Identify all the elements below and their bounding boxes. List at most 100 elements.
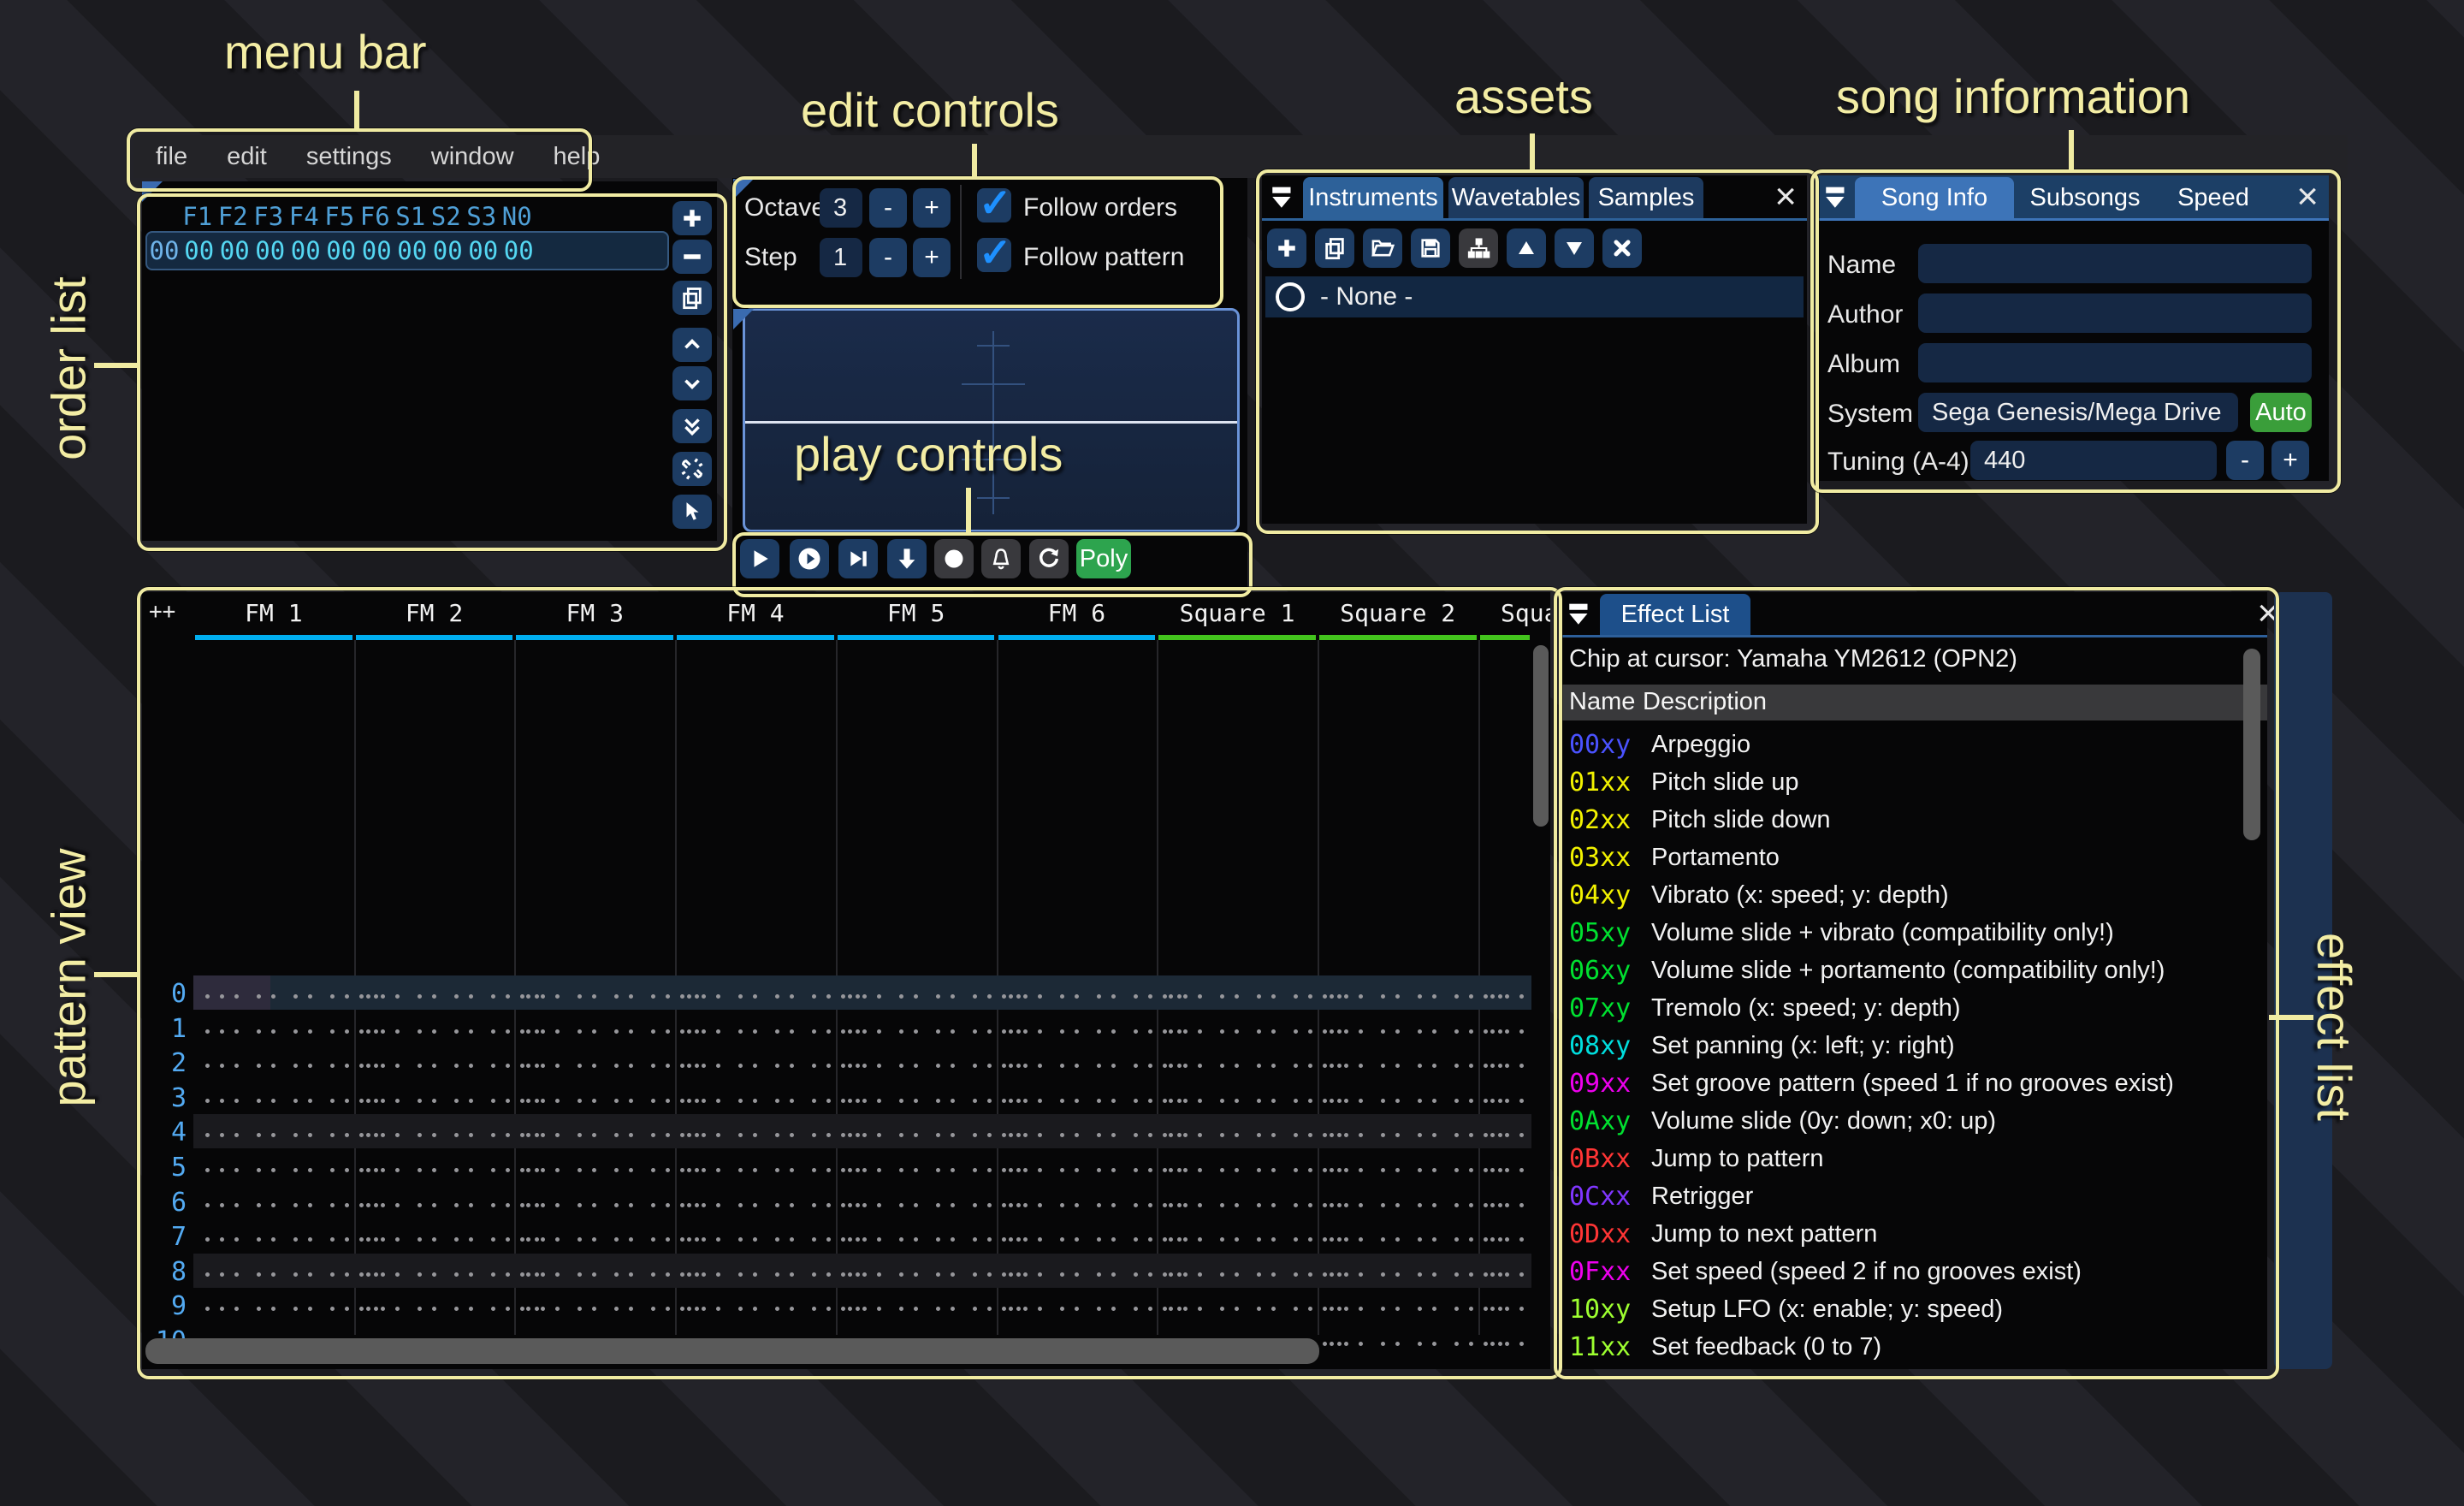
menu-item-edit[interactable]: edit — [227, 143, 267, 171]
order-cell[interactable]: 00 — [181, 233, 217, 269]
tab-wavetables[interactable]: Wavetables — [1448, 177, 1584, 218]
author-field[interactable] — [1918, 293, 2312, 333]
channel-header[interactable]: Square 2 — [1318, 599, 1478, 627]
minus-icon[interactable] — [672, 240, 712, 274]
record-icon[interactable] — [934, 539, 974, 578]
pattern-vertical-scrollbar[interactable] — [1533, 645, 1549, 827]
step-value[interactable]: 1 — [820, 238, 862, 277]
poly-button[interactable]: Poly — [1076, 539, 1131, 578]
channel-header[interactable]: FM 6 — [997, 599, 1158, 627]
tab-instruments[interactable]: Instruments — [1303, 177, 1443, 218]
order-cell[interactable]: 00 — [430, 233, 466, 269]
tree-view-icon[interactable] — [1459, 228, 1498, 268]
collapse-icon[interactable] — [1822, 182, 1851, 211]
octave-minus-button[interactable]: - — [869, 188, 907, 228]
menu-item-help[interactable]: help — [554, 143, 601, 171]
effect-row[interactable]: 01xx Pitch slide up — [1569, 763, 2245, 801]
effect-row[interactable]: 04xy Vibrato (x: speed; y: depth) — [1569, 876, 2245, 914]
menu-item-settings[interactable]: settings — [306, 143, 392, 171]
follow-orders-checkbox[interactable]: ✓ — [977, 181, 1012, 225]
effect-row[interactable]: 02xx Pitch slide down — [1569, 801, 2245, 839]
step-plus-button[interactable]: + — [913, 238, 951, 277]
play-icon[interactable] — [740, 539, 779, 578]
auto-button[interactable]: Auto — [2250, 393, 2312, 432]
broken-link-icon[interactable] — [672, 452, 712, 486]
collapse-icon[interactable] — [1269, 182, 1298, 211]
close-icon[interactable]: × — [2296, 175, 2319, 218]
channel-header[interactable]: FM 5 — [836, 599, 997, 627]
follow-pattern-checkbox[interactable]: ✓ — [977, 230, 1012, 275]
duplicate-icon[interactable] — [1315, 228, 1354, 268]
tuning-field[interactable]: 440 — [1970, 441, 2217, 480]
effect-row[interactable]: 03xx Portamento — [1569, 839, 2245, 876]
order-cell[interactable]: 00 — [323, 233, 359, 269]
tab-speed[interactable]: Speed — [2166, 177, 2260, 218]
effect-row[interactable]: 0Dxx Jump to next pattern — [1569, 1215, 2245, 1253]
effect-row[interactable]: 11xx Set feedback (0 to 7) — [1569, 1328, 2245, 1366]
order-cell[interactable]: 00 — [359, 233, 395, 269]
duplicate-icon[interactable] — [672, 281, 712, 315]
step-minus-button[interactable]: - — [869, 238, 907, 277]
add-icon[interactable] — [1267, 228, 1306, 268]
effect-row[interactable]: 08xy Set panning (x: left; y: right) — [1569, 1027, 2245, 1064]
channel-header[interactable]: FM 4 — [675, 599, 836, 627]
tab-effect-list[interactable]: Effect List — [1600, 594, 1750, 635]
octave-plus-button[interactable]: + — [913, 188, 951, 228]
name-field[interactable] — [1918, 244, 2312, 283]
chevron-up-icon[interactable] — [672, 328, 712, 362]
open-folder-icon[interactable] — [1363, 228, 1402, 268]
move-up-icon[interactable] — [1507, 228, 1546, 268]
repeat-icon[interactable] — [1029, 539, 1069, 578]
tuning-minus-button[interactable]: - — [2226, 441, 2264, 480]
double-chevron-down-icon[interactable] — [672, 409, 712, 443]
effect-row[interactable]: 0Fxx Set speed (speed 2 if no grooves exi… — [1569, 1253, 2245, 1290]
asset-list-item[interactable]: - None - — [1265, 276, 1804, 317]
expand-button[interactable]: ++ — [149, 599, 175, 625]
effect-row[interactable]: 07xy Tremolo (x: speed; y: depth) — [1569, 989, 2245, 1027]
effect-list-scrollbar[interactable] — [2243, 649, 2260, 840]
effect-row[interactable]: 05xy Volume slide + vibrato (compatibilit… — [1569, 914, 2245, 952]
plus-icon[interactable] — [672, 201, 712, 235]
channel-header[interactable]: Square 1 — [1157, 599, 1318, 627]
effect-row[interactable]: 10xy Setup LFO (x: enable; y: speed) — [1569, 1290, 2245, 1328]
pattern-horizontal-scrollbar[interactable] — [145, 1338, 1319, 1364]
order-cell[interactable]: 00 — [252, 233, 288, 269]
order-cell[interactable]: 00 — [394, 233, 430, 269]
move-down-icon[interactable] — [1555, 228, 1594, 268]
collapse-icon[interactable] — [1566, 599, 1595, 628]
tab-subsongs[interactable]: Subsongs — [2021, 177, 2149, 218]
system-field[interactable]: Sega Genesis/Mega Drive — [1918, 393, 2238, 432]
tab-samples[interactable]: Samples — [1589, 177, 1703, 218]
tuning-plus-button[interactable]: + — [2272, 441, 2309, 480]
order-cell[interactable]: 00 — [501, 233, 537, 269]
order-cell[interactable]: 00 — [465, 233, 501, 269]
channel-header[interactable]: Square 3 — [1478, 599, 1550, 627]
close-icon[interactable]: × — [1774, 175, 1797, 218]
album-field[interactable] — [1918, 343, 2312, 382]
effect-row[interactable]: 06xy Volume slide + portamento (compatibi… — [1569, 952, 2245, 989]
order-list-selected-row[interactable]: 00 00 00 00 00 00 00 00 00 00 00 — [145, 231, 669, 270]
delete-icon[interactable] — [1602, 228, 1642, 268]
save-icon[interactable] — [1411, 228, 1450, 268]
effect-row[interactable]: 0Cxx Retrigger — [1569, 1177, 2245, 1215]
metronome-bell-icon[interactable] — [981, 539, 1021, 578]
play-pattern-icon[interactable] — [790, 539, 829, 578]
order-cell[interactable]: 00 — [217, 233, 253, 269]
effect-row[interactable]: 00xy Arpeggio — [1569, 726, 2245, 763]
effect-row[interactable]: 09xx Set groove pattern (speed 1 if no gr… — [1569, 1064, 2245, 1102]
step-down-icon[interactable] — [887, 539, 927, 578]
play-from-cursor-icon[interactable] — [838, 539, 878, 578]
chevron-down-icon[interactable] — [672, 366, 712, 400]
order-cell[interactable]: 00 — [288, 233, 324, 269]
tab-song-info[interactable]: Song Info — [1855, 177, 2014, 218]
cursor-icon[interactable] — [672, 495, 712, 529]
octave-value[interactable]: 3 — [820, 188, 862, 228]
pattern-cursor[interactable] — [193, 975, 270, 1010]
effect-row[interactable]: 0Bxx Jump to pattern — [1569, 1140, 2245, 1177]
channel-header[interactable]: FM 1 — [193, 599, 354, 627]
menu-item-window[interactable]: window — [431, 143, 514, 171]
menu-item-file[interactable]: file — [156, 143, 187, 171]
effect-row[interactable]: 0Axy Volume slide (0y: down; x0: up) — [1569, 1102, 2245, 1140]
channel-header[interactable]: FM 3 — [514, 599, 675, 627]
channel-header[interactable]: FM 2 — [354, 599, 515, 627]
